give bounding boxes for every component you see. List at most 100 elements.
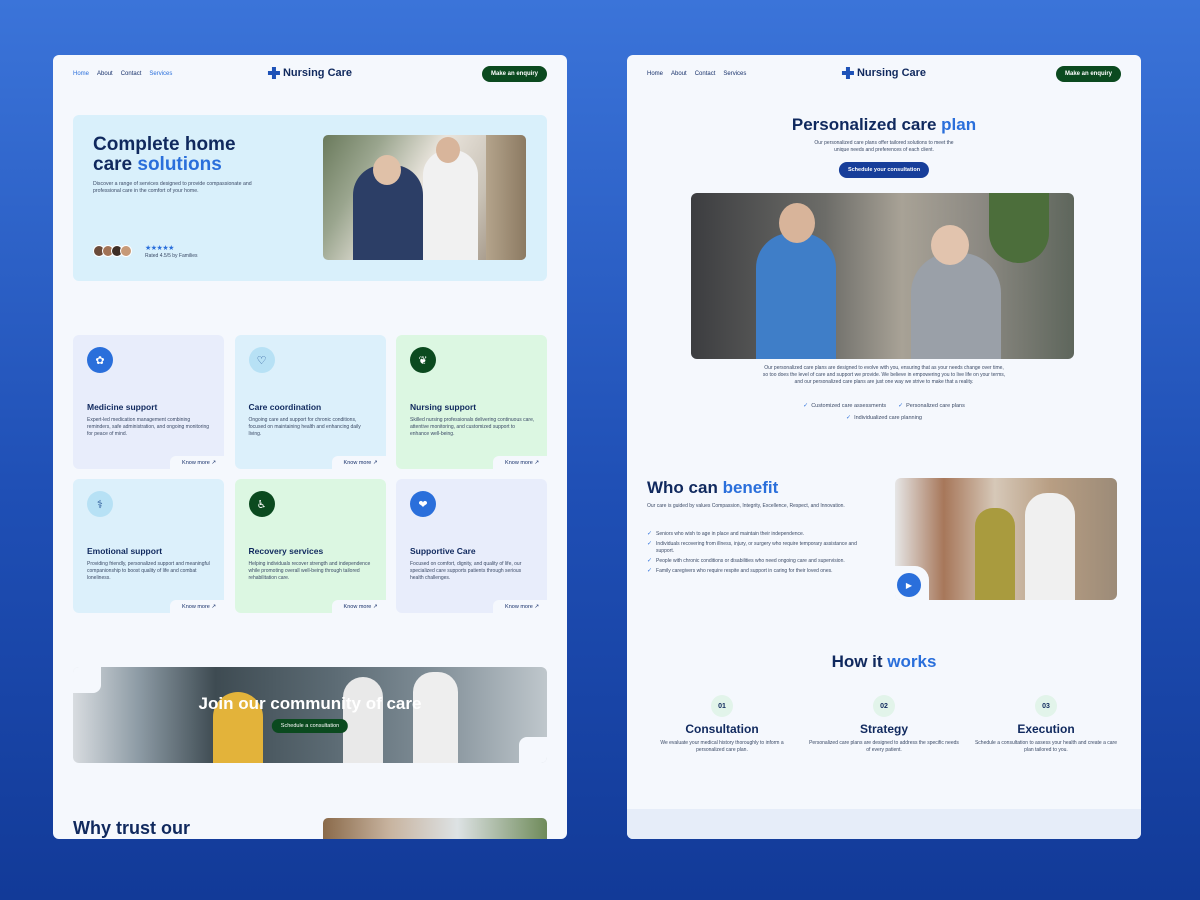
service-description: Skilled nursing professionals delivering… [410,417,535,437]
hero-title-line1: Complete home [93,134,236,155]
service-card-nursing[interactable]: ❦ Nursing support Skilled nursing profes… [396,335,547,469]
step-number: 03 [1035,695,1057,717]
know-more-link[interactable]: Know more ↗ [493,600,547,613]
services-grid: ✿ Medicine support Expert-led medication… [73,335,547,613]
nav-services[interactable]: Services [723,71,746,77]
check-icon: ✓ [647,568,653,574]
list-item: ✓ People with chronic conditions or disab… [647,558,867,565]
benefit-list: ✓ Seniors who wish to age in place and ma… [647,531,867,578]
why-trust-image [323,818,547,839]
arrow-up-right-icon: ↗ [211,604,216,610]
service-title: Emotional support [87,546,163,556]
service-title: Care coordination [248,402,322,412]
schedule-consultation-button[interactable]: Schedule a consultation [271,719,349,733]
join-community-banner: Join our community of care Schedule a co… [73,667,547,763]
nav-contact[interactable]: Contact [695,71,716,77]
care-plan-subtitle: Our personalized care plans offer tailor… [814,140,954,153]
benefit-item-text: Seniors who wish to age in place and mai… [656,531,805,537]
check-icon: ✓ [647,558,653,564]
medical-cross-icon [267,67,280,79]
nav-about[interactable]: About [671,71,687,77]
who-can-benefit-title: Who can benefit [647,478,778,498]
step-title: Execution [1017,722,1075,736]
care-plan-title: Personalized care plan [627,115,1141,135]
family-avatars [93,245,132,257]
schedule-your-consultation-button[interactable]: Schedule your consultation [838,162,930,178]
nav-home[interactable]: Home [647,71,663,77]
nav-contact[interactable]: Contact [121,71,142,77]
hero-section: Complete home care solutions Discover a … [73,115,547,281]
enquiry-button[interactable]: Make an enquiry [1055,66,1121,82]
nav-links: Home About Contact Services [647,71,746,77]
list-item: ✓ Family caregivers who require respite a… [647,568,867,575]
check-icon: ✓ [647,531,653,537]
step-description: We evaluate your medical history thoroug… [660,740,784,753]
star-rating-icons: ★★★★★ [145,245,174,252]
nav-services[interactable]: Services [149,71,172,77]
stethoscope-icon: ⚕ [87,491,113,517]
benefit-video-thumbnail [895,478,1117,600]
hero-title-line2: care [93,154,138,175]
service-card-emotional[interactable]: ⚕ Emotional support Providing friendly, … [73,479,224,613]
rating: ★★★★★ Rated 4.5/5 by Families [145,244,198,259]
arrow-up-right-icon: ↗ [372,460,378,466]
nav-about[interactable]: About [97,71,113,77]
arrow-up-right-icon: ↗ [534,604,539,610]
heart-hand-icon: ♡ [248,347,275,373]
medical-cross-icon [841,67,854,79]
care-plan-title-accent: plan [941,115,977,134]
benefit-item-text: Family caregivers who require respite an… [656,568,833,574]
logo-text: Nursing Care [856,67,927,79]
know-more-link[interactable]: Know more ↗ [331,456,386,469]
step-description: Schedule a consultation to assess your h… [974,740,1118,753]
hero-image [323,135,526,260]
step-number: 02 [873,695,895,717]
check-label: Customized care assessments [811,402,887,409]
logo[interactable]: Nursing Care [841,67,927,79]
why-trust-title: Why trust our [73,818,190,838]
know-more-link[interactable]: Know more ↗ [170,600,224,613]
benefit-subtitle: Our care is guided by values Compassion,… [647,503,845,509]
benefit-item-text: People with chronic conditions or disabi… [656,558,845,564]
service-card-care-coordination[interactable]: ♡ Care coordination Ongoing care and sup… [234,335,386,469]
wheelchair-icon: ♿ [248,491,275,517]
check-icon: ✓ [803,403,809,409]
logo[interactable]: Nursing Care [267,67,352,79]
arrow-up-right-icon: ↗ [211,460,216,466]
step-description: Personalized care plans are designed to … [809,740,959,753]
know-more-label: Know more [343,604,372,610]
service-title: Nursing support [410,402,477,412]
know-more-label: Know more [182,460,210,466]
service-title: Supportive Care [410,546,476,556]
arrow-up-right-icon: ↗ [534,460,539,466]
check-label: Individualized care planning [854,414,922,421]
join-title: Join our community of care [198,694,422,713]
play-video-button[interactable]: ▶ [897,573,921,597]
service-card-supportive[interactable]: ❤ Supportive Care Focused on comfort, di… [396,479,547,613]
service-card-medicine[interactable]: ✿ Medicine support Expert-led medication… [73,335,224,469]
service-description: Ongoing care and support for chronic con… [248,417,361,437]
know-more-label: Know more [505,460,533,466]
footer-strip [627,809,1141,839]
check-icon: ✓ [898,403,904,409]
know-more-label: Know more [505,604,533,610]
step-number: 01 [711,695,733,717]
service-title: Recovery services [248,546,324,556]
know-more-label: Know more [343,460,372,466]
nav-home[interactable]: Home [73,71,89,77]
lungs-icon: ❦ [410,347,436,373]
list-item: ✓ Personalized care plans [898,402,965,410]
know-more-link[interactable]: Know more ↗ [170,456,224,469]
hero-title: Complete home care solutions [93,135,293,175]
hero-title-accent: solutions [137,154,222,175]
top-nav: Home About Contact Services Nursing Care… [73,65,547,83]
how-title-accent: works [887,652,937,671]
know-more-link[interactable]: Know more ↗ [493,456,547,469]
service-card-recovery[interactable]: ♿ Recovery services Helping individuals … [234,479,386,613]
enquiry-button[interactable]: Make an enquiry [481,66,547,82]
care-plan-image [691,193,1074,359]
care-plan-description: Our personalized care plans are designed… [762,365,1006,385]
service-description: Helping individuals recover strength and… [248,561,371,581]
know-more-link[interactable]: Know more ↗ [331,600,386,613]
list-item: ✓ Individuals recovering from illness, in… [647,541,867,555]
